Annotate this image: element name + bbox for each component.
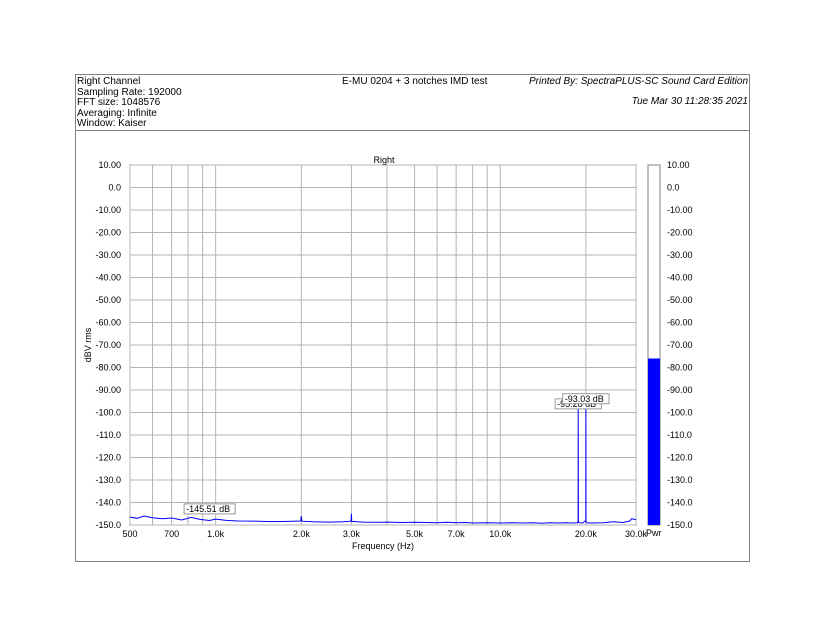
power-tick-label: -130.0	[667, 475, 693, 485]
power-tick-label: -100.0	[667, 408, 693, 418]
power-tick-label: -70.00	[667, 340, 693, 350]
y-tick-label: -40.00	[95, 273, 121, 283]
y-tick-label: -100.0	[95, 408, 121, 418]
y-tick-label: -10.00	[95, 205, 121, 215]
y-tick-label: -30.00	[95, 250, 121, 260]
x-tick-label: 3.0k	[343, 529, 361, 539]
y-tick-label: -80.00	[95, 363, 121, 373]
power-tick-label: -120.0	[667, 453, 693, 463]
y-tick-label: -50.00	[95, 295, 121, 305]
y-tick-label: -20.00	[95, 228, 121, 238]
peak-marker-label: -93.03 dB	[565, 394, 604, 404]
x-tick-label: 30.0k	[625, 529, 648, 539]
power-tick-label: -110.0	[667, 430, 692, 440]
annotations-group: -145.51 dB-95.28 dB-93.03 dB	[183, 393, 610, 515]
power-tick-label: -40.00	[667, 273, 693, 283]
x-tick-label: 5.0k	[406, 529, 424, 539]
power-meter-fill	[648, 358, 660, 525]
power-meter: Pwr	[646, 164, 662, 538]
power-tick-label: 10.00	[667, 160, 690, 170]
power-tick-label: -140.0	[667, 498, 693, 508]
peak-marker-label: -145.51 dB	[186, 504, 230, 514]
power-tick-label: -150.0	[667, 520, 693, 530]
y-tick-label: -70.00	[95, 340, 121, 350]
y-axis-ticks: 10.00 0.0 -10.00 -20.00 -30.00 -40.00 -50.00 -6…	[95, 160, 121, 530]
y-axis-label: dBV rms	[83, 327, 93, 362]
x-axis-ticks: 500 700 1.0k 2.0k 3.0k 5.0k 7.0k 10.0k 20.0k 30.0…	[122, 529, 647, 539]
y-tick-label: -120.0	[95, 453, 121, 463]
y-tick-label: -150.0	[95, 520, 121, 530]
x-tick-label: 1.0k	[207, 529, 225, 539]
y-tick-label: 10.00	[98, 160, 121, 170]
power-meter-ticks: 10.00 0.0 -10.00 -20.00 -30.00 -40.00 -50.00 -6…	[667, 160, 693, 530]
power-tick-label: -30.00	[667, 250, 693, 260]
y-tick-label: -90.00	[95, 385, 121, 395]
y-tick-label: -110.0	[96, 430, 121, 440]
y-tick-label: -140.0	[95, 498, 121, 508]
y-tick-label: 0.0	[108, 183, 121, 193]
x-axis-label: Frequency (Hz)	[352, 541, 414, 551]
power-tick-label: -80.00	[667, 363, 693, 373]
x-tick-label: 700	[164, 529, 179, 539]
power-tick-label: -10.00	[667, 205, 693, 215]
power-tick-label: -20.00	[667, 228, 693, 238]
x-tick-label: 500	[122, 529, 137, 539]
power-tick-label: 0.0	[667, 183, 680, 193]
power-tick-label: -60.00	[667, 318, 693, 328]
power-meter-label: Pwr	[646, 528, 662, 538]
x-tick-label: 10.0k	[489, 529, 512, 539]
x-tick-label: 20.0k	[575, 529, 598, 539]
x-tick-label: 7.0k	[448, 529, 466, 539]
y-tick-label: -130.0	[95, 475, 121, 485]
x-tick-label: 2.0k	[293, 529, 311, 539]
power-tick-label: -90.00	[667, 385, 693, 395]
chart-title: Right	[373, 155, 395, 165]
plot-grid	[129, 164, 637, 526]
spectrum-chart: 10.00 0.0 -10.00 -20.00 -30.00 -40.00 -50.00 -6…	[83, 155, 693, 551]
y-tick-label: -60.00	[95, 318, 121, 328]
power-tick-label: -50.00	[667, 295, 693, 305]
